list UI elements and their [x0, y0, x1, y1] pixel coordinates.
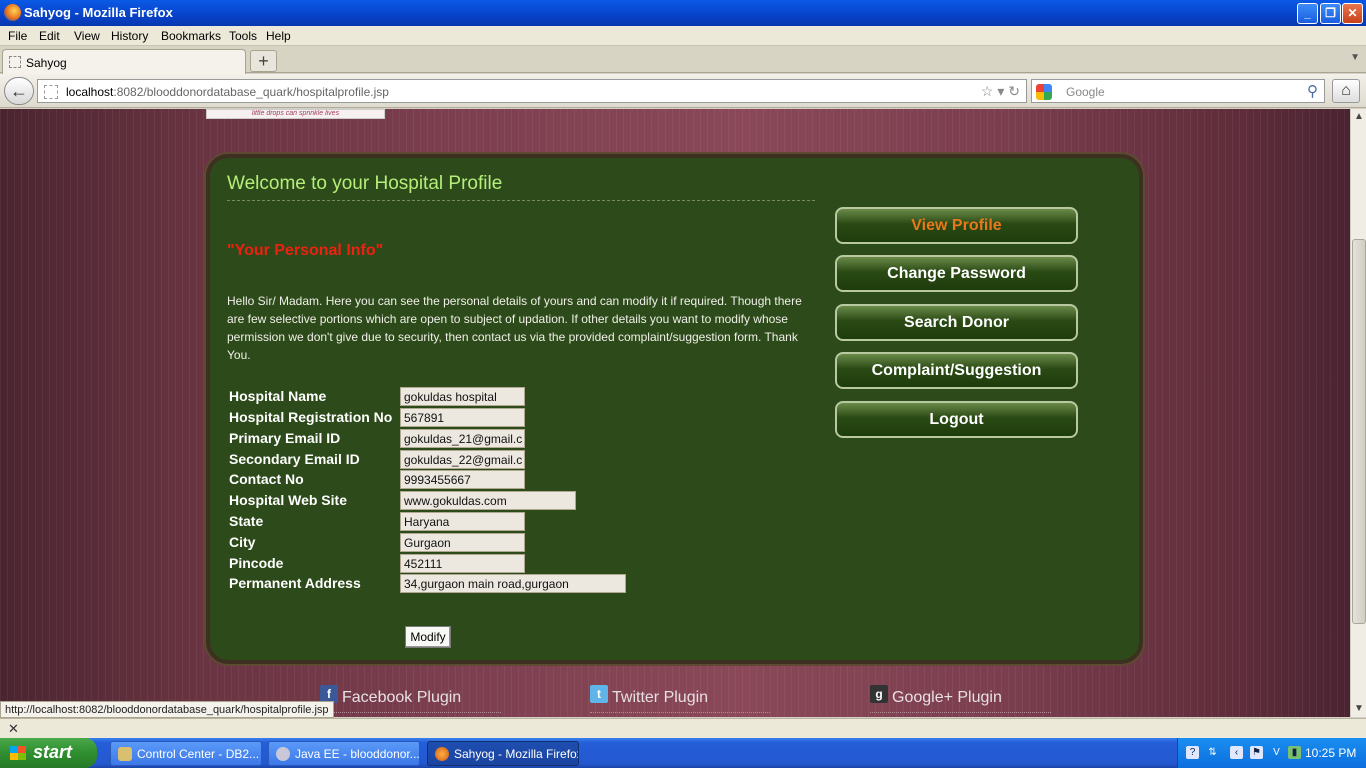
help-icon[interactable]: ? [1186, 746, 1199, 759]
vertical-scrollbar[interactable]: ▲ ▼ [1350, 109, 1366, 717]
task-control-center[interactable]: Control Center - DB2... [110, 741, 262, 766]
eclipse-icon [276, 747, 290, 761]
change-password-button[interactable]: Change Password [835, 255, 1078, 292]
registration-no-field[interactable]: 567891 [400, 408, 525, 427]
restore-button[interactable]: ❐ [1320, 3, 1341, 24]
tray-arrow-icon[interactable]: ‹ [1230, 746, 1243, 759]
scrollbar-thumb[interactable] [1352, 239, 1366, 624]
task-label: Control Center - DB2... [137, 747, 260, 761]
v-icon[interactable]: V [1270, 746, 1283, 759]
logout-button[interactable]: Logout [835, 401, 1078, 438]
tab-list-icon[interactable]: ▼ [1350, 52, 1360, 63]
complaint-suggestion-button[interactable]: Complaint/Suggestion [835, 352, 1078, 389]
menu-bookmarks[interactable]: Bookmarks [161, 29, 221, 43]
menu-tools[interactable]: Tools [229, 29, 257, 43]
task-firefox[interactable]: Sahyog - Mozilla Firefox [427, 741, 579, 766]
google-plus-plugin-label: Google+ Plugin [892, 689, 1002, 706]
tab-bar: Sahyog + ▼ [0, 46, 1366, 74]
minimize-button[interactable]: _ [1297, 3, 1318, 24]
page-icon [9, 56, 21, 68]
field-label: Pincode [229, 555, 284, 571]
google-icon[interactable] [1036, 84, 1052, 100]
section-heading: "Your Personal Info" [227, 242, 384, 259]
firefox-icon [435, 747, 449, 761]
task-label: Sahyog - Mozilla Firefox [454, 747, 579, 761]
control-center-icon [118, 747, 132, 761]
twitter-plugin-link[interactable]: t Twitter Plugin [590, 685, 770, 713]
site-identity-icon[interactable] [44, 85, 58, 99]
start-label: start [33, 742, 73, 762]
field-label: Permanent Address [229, 575, 361, 591]
modify-button[interactable]: Modify [405, 626, 451, 648]
navigation-bar: ← localhost:8082/blooddonordatabase_quar… [0, 74, 1366, 108]
windows-logo-icon [10, 746, 26, 760]
security-icon[interactable]: ⚑ [1250, 746, 1263, 759]
profile-panel: Welcome to your Hospital Profile "Your P… [206, 154, 1143, 664]
url-bar[interactable]: localhost:8082/blooddonordatabase_quark/… [37, 79, 1027, 103]
field-label: Primary Email ID [229, 430, 341, 446]
field-label: State [229, 513, 264, 529]
window-title: Sahyog - Mozilla Firefox [24, 5, 173, 20]
scroll-down-icon[interactable]: ▼ [1351, 701, 1366, 717]
state-field[interactable]: Haryana [400, 512, 525, 531]
twitter-plugin-label: Twitter Plugin [612, 689, 709, 706]
search-placeholder: Google [1066, 85, 1105, 99]
city-field[interactable]: Gurgaon [400, 533, 525, 552]
search-icon[interactable]: ⚲ [1307, 82, 1318, 100]
search-donor-button[interactable]: Search Donor [835, 304, 1078, 341]
close-window-button[interactable]: ✕ [1342, 3, 1363, 24]
tab-label: Sahyog [26, 56, 67, 70]
pincode-field[interactable]: 452111 [400, 554, 525, 573]
field-label: Secondary Email ID [229, 451, 360, 467]
addon-bar: ✕ [0, 718, 1366, 738]
home-button[interactable]: ⌂ [1332, 79, 1360, 103]
clock: 10:25 PM [1305, 746, 1357, 760]
menu-help[interactable]: Help [266, 29, 291, 43]
facebook-plugin-label: Facebook Plugin [342, 689, 462, 706]
menu-view[interactable]: View [74, 29, 100, 43]
site-logo-caption: little drops can sprinkle lives [206, 109, 385, 119]
page-title: Welcome to your Hospital Profile [227, 173, 503, 194]
web-site-field[interactable]: www.gokuldas.com [400, 491, 576, 510]
network-icon[interactable]: ⇅ [1206, 746, 1219, 759]
page-viewport: little drops can sprinkle lives Welcome … [0, 109, 1350, 717]
task-label: Java EE - blooddonor... [295, 747, 420, 761]
menu-history[interactable]: History [111, 29, 148, 43]
field-label: Contact No [229, 471, 304, 487]
hospital-name-field[interactable]: gokuldas hospital [400, 387, 525, 406]
contact-no-field[interactable]: 9993455667 [400, 470, 525, 489]
primary-email-field[interactable]: gokuldas_21@gmail.c [400, 429, 525, 448]
field-label: Hospital Name [229, 388, 327, 404]
task-java-ee[interactable]: Java EE - blooddonor... [268, 741, 420, 766]
menu-file[interactable]: File [8, 29, 27, 43]
twitter-icon: t [590, 685, 608, 703]
field-label: City [229, 534, 256, 550]
google-plus-plugin-link[interactable]: g Google+ Plugin [870, 685, 1051, 713]
google-plus-icon: g [870, 685, 888, 703]
window-titlebar: Sahyog - Mozilla Firefox _ ❐ ✕ [0, 0, 1366, 26]
start-button[interactable]: start [0, 738, 97, 768]
field-label: Hospital Registration No [229, 409, 393, 425]
intro-text: Hello Sir/ Madam. Here you can see the p… [227, 294, 802, 362]
search-bar[interactable]: Google ⚲ [1031, 79, 1325, 103]
status-url: http://localhost:8082/blooddonordatabase… [0, 701, 334, 718]
back-button[interactable]: ← [4, 77, 34, 105]
bookmark-star-icon[interactable]: ☆ ▾ ↻ [981, 83, 1020, 100]
menu-edit[interactable]: Edit [39, 29, 60, 43]
field-label: Hospital Web Site [229, 492, 347, 508]
new-tab-button[interactable]: + [250, 50, 277, 72]
menu-bar: File Edit View History Bookmarks Tools H… [0, 26, 1366, 46]
view-profile-button[interactable]: View Profile [835, 207, 1078, 244]
permanent-address-field[interactable]: 34,gurgaon main road,gurgaon [400, 574, 626, 593]
battery-icon[interactable]: ▮ [1288, 746, 1301, 759]
taskbar: start Control Center - DB2... Java EE - … [0, 738, 1366, 768]
facebook-plugin-link[interactable]: f Facebook Plugin [320, 685, 501, 713]
url-text[interactable]: localhost:8082/blooddonordatabase_quark/… [66, 85, 389, 99]
secondary-email-field[interactable]: gokuldas_22@gmail.c [400, 450, 525, 469]
close-addon-bar-icon[interactable]: ✕ [8, 721, 19, 737]
title-divider [227, 200, 815, 201]
tab-sahyog[interactable]: Sahyog [2, 49, 246, 74]
firefox-icon [4, 4, 21, 21]
scroll-up-icon[interactable]: ▲ [1351, 109, 1366, 125]
